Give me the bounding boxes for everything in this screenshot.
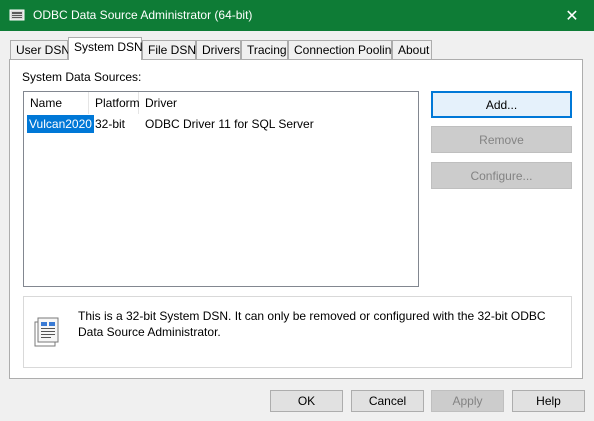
- apply-button-label: Apply: [452, 394, 483, 408]
- row-name: Vulcan2020: [27, 115, 94, 133]
- tab-label: User DSN: [16, 43, 71, 57]
- tab-about[interactable]: About: [392, 40, 432, 59]
- remove-button[interactable]: Remove: [431, 126, 572, 153]
- configure-button[interactable]: Configure...: [431, 162, 572, 189]
- help-button-label: Help: [536, 394, 561, 408]
- tab-drivers[interactable]: Drivers: [196, 40, 241, 59]
- table-row[interactable]: Vulcan2020 32-bit ODBC Driver 11 for SQL…: [24, 115, 418, 133]
- apply-button[interactable]: Apply: [431, 390, 504, 412]
- tab-label: Tracing: [247, 43, 287, 57]
- dsn-document-icon: [34, 317, 59, 347]
- ok-button[interactable]: OK: [270, 390, 343, 412]
- tab-connection-pooling[interactable]: Connection Pooling: [288, 40, 398, 59]
- list-header: Name Platform Driver: [24, 92, 418, 114]
- tab-file-dsn[interactable]: File DSN: [142, 40, 196, 59]
- tab-system-dsn[interactable]: System DSN: [68, 37, 143, 60]
- tab-tracing[interactable]: Tracing: [241, 40, 288, 59]
- tab-label: File DSN: [148, 43, 197, 57]
- close-icon: ✕: [565, 7, 579, 25]
- info-box: This is a 32-bit System DSN. It can only…: [23, 296, 572, 368]
- section-label: System Data Sources:: [22, 70, 142, 84]
- add-button-label: Add...: [485, 97, 518, 112]
- window-title: ODBC Data Source Administrator (64-bit): [33, 8, 253, 22]
- row-platform: 32-bit: [95, 117, 126, 131]
- cancel-button-label: Cancel: [368, 394, 407, 408]
- odbc-app-icon: [9, 9, 25, 21]
- info-text: This is a 32-bit System DSN. It can only…: [78, 309, 546, 339]
- add-button[interactable]: Add...: [431, 91, 572, 118]
- configure-button-label: Configure...: [470, 168, 533, 183]
- column-header-driver[interactable]: Driver: [139, 92, 418, 114]
- tab-user-dsn[interactable]: User DSN: [10, 40, 71, 59]
- close-button[interactable]: ✕: [550, 0, 594, 31]
- cancel-button[interactable]: Cancel: [351, 390, 424, 412]
- help-button[interactable]: Help: [512, 390, 585, 412]
- tab-label: About: [398, 43, 430, 57]
- tab-label: Connection Pooling: [294, 43, 399, 57]
- ok-button-label: OK: [297, 394, 316, 408]
- row-driver: ODBC Driver 11 for SQL Server: [145, 117, 314, 131]
- tab-label: System DSN: [74, 40, 143, 54]
- data-sources-list[interactable]: Name Platform Driver Vulcan2020 32-bit O…: [23, 91, 419, 287]
- column-header-platform[interactable]: Platform: [89, 92, 140, 114]
- tab-label: Drivers: [202, 43, 240, 57]
- column-header-name[interactable]: Name: [24, 92, 89, 114]
- remove-button-label: Remove: [479, 132, 524, 147]
- title-bar: ODBC Data Source Administrator (64-bit) …: [0, 0, 594, 31]
- system-dsn-panel: System Data Sources: Name Platform Drive…: [9, 59, 583, 379]
